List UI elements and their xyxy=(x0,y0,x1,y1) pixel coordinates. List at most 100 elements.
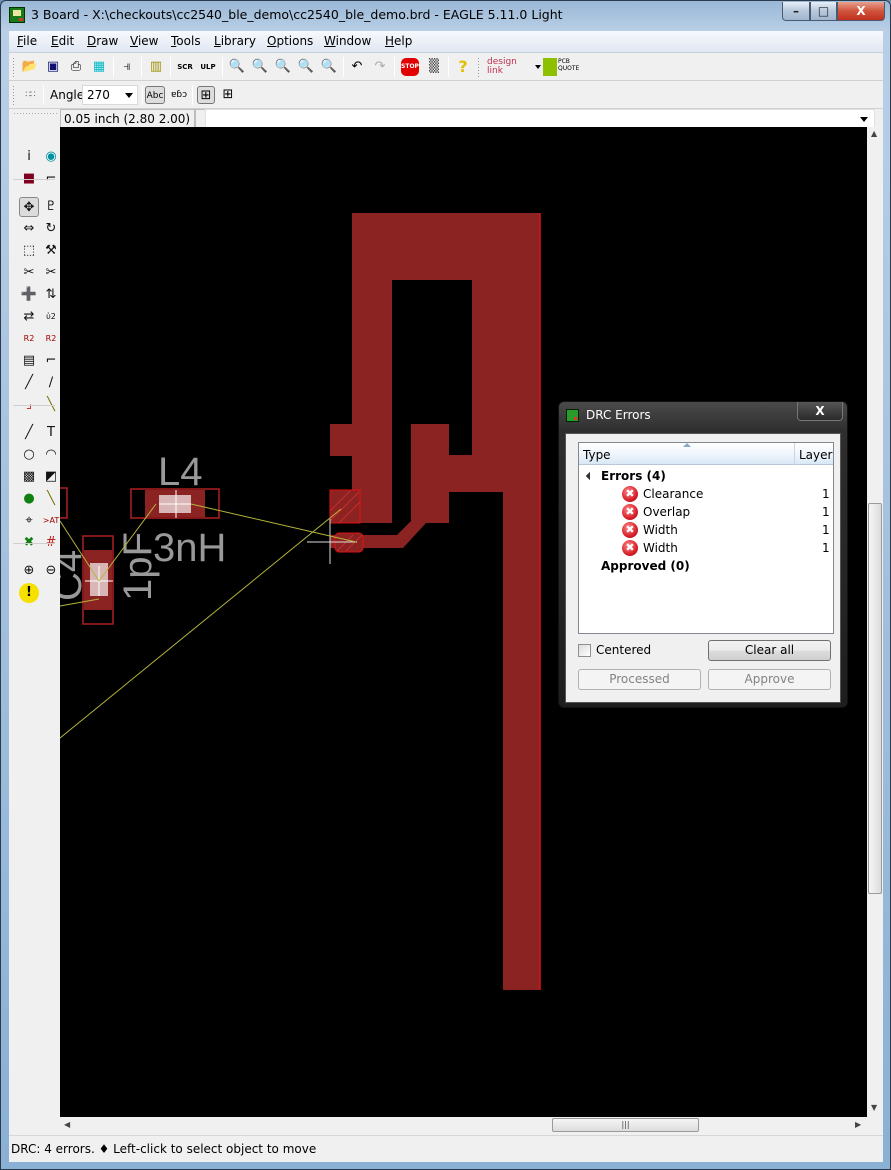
text-mirror-button[interactable]: ɐɓɔ xyxy=(169,86,189,104)
centered-checkbox[interactable] xyxy=(578,644,591,657)
menu-window[interactable]: Window xyxy=(324,34,371,48)
optimize-tool-icon[interactable]: ∕ xyxy=(41,373,61,393)
text-tool-icon[interactable]: T xyxy=(41,423,61,443)
layer-display-2-button[interactable]: ⊞ xyxy=(219,86,237,104)
column-header-layer[interactable]: Layer xyxy=(799,448,832,462)
scroll-up-icon[interactable]: ▲ xyxy=(871,129,877,138)
antenna-copper-trace[interactable] xyxy=(330,213,540,990)
angle-select[interactable]: 270 xyxy=(82,85,138,105)
ulp-icon[interactable]: ULP xyxy=(199,58,217,76)
go-icon[interactable]: ▒ xyxy=(425,58,443,76)
stop-icon[interactable]: STOP xyxy=(401,58,419,76)
zoom-select-icon[interactable]: 🔍 xyxy=(320,58,338,76)
erc-tool-icon[interactable]: ⊕ xyxy=(19,561,39,581)
group-tool-icon[interactable]: ⬚ xyxy=(19,241,39,261)
tree-row-error[interactable]: ✖ Clearance 1 xyxy=(579,485,833,503)
pcb-quote-label[interactable]: PCB QUOTE xyxy=(558,58,582,76)
clear-all-button[interactable]: Clear all xyxy=(708,640,831,661)
horizontal-scroll-thumb[interactable]: ||| xyxy=(552,1118,699,1132)
arc-tool-icon[interactable]: ◠ xyxy=(41,445,61,465)
tree-row-error[interactable]: ✖ Width 1 xyxy=(579,539,833,557)
grid-icon[interactable]: ∷∷ xyxy=(21,86,39,104)
drc-tool-icon[interactable]: ⊖ xyxy=(41,561,61,581)
open-icon[interactable]: 📂 xyxy=(21,58,39,76)
menu-view[interactable]: View xyxy=(130,34,158,48)
paste-tool-icon[interactable]: ✂ xyxy=(19,263,39,283)
toolbar-grip[interactable] xyxy=(13,112,57,115)
text-normal-button[interactable]: Abc xyxy=(145,86,165,104)
vertical-scroll-thumb[interactable] xyxy=(868,503,882,894)
name-tool-icon[interactable]: ▤ xyxy=(19,351,39,371)
pinswap-tool-icon[interactable]: ⇅ xyxy=(41,285,61,305)
wire-tool-icon[interactable]: ╱ xyxy=(19,423,39,443)
rotate-tool-icon[interactable]: ↻ xyxy=(41,219,61,239)
info-tool-icon[interactable]: i xyxy=(19,147,39,167)
scroll-down-icon[interactable]: ▼ xyxy=(871,1103,877,1112)
approve-button[interactable]: Approve xyxy=(708,669,831,690)
maximize-button[interactable]: □ xyxy=(810,2,837,21)
toolbar-grip[interactable] xyxy=(477,57,480,77)
menu-draw[interactable]: Draw xyxy=(87,34,118,48)
command-line-input[interactable] xyxy=(205,109,875,128)
signal-tool-icon[interactable]: ╲ xyxy=(41,489,61,509)
toolbar-grip[interactable] xyxy=(12,85,15,105)
hole-tool-icon[interactable]: ⌖ xyxy=(19,511,39,531)
menu-edit[interactable]: Edit xyxy=(51,34,74,48)
value-tool-icon[interactable]: R2 xyxy=(41,329,61,349)
zoom-fit-icon[interactable]: 🔍 xyxy=(228,58,246,76)
minimize-button[interactable]: – xyxy=(782,2,810,21)
menu-options[interactable]: Options xyxy=(267,34,313,48)
show-tool-icon[interactable]: ◉ xyxy=(41,147,61,167)
designlink-dropdown-icon[interactable] xyxy=(535,65,541,69)
script-icon[interactable]: SCR xyxy=(176,58,194,76)
lock-tool-icon[interactable]: ὑ2 xyxy=(41,307,61,327)
processed-button[interactable]: Processed xyxy=(578,669,701,690)
horizontal-scrollbar[interactable]: ◀ ||| ▶ xyxy=(60,1117,867,1133)
left-component-outline[interactable] xyxy=(60,487,68,519)
redraw-icon[interactable]: 🔍 xyxy=(297,58,315,76)
via-tool-icon[interactable]: ● xyxy=(19,489,39,509)
layer-display-1-button[interactable]: ⊞ xyxy=(197,86,215,104)
library-icon[interactable]: ▥ xyxy=(147,58,165,76)
save-icon[interactable]: ▣ xyxy=(44,58,62,76)
dialog-close-button[interactable]: X xyxy=(797,402,843,421)
drc-error-tree[interactable]: Type Layer Errors (4) ✖ Clearance 1 ✖ Ov… xyxy=(578,442,834,634)
tree-group-errors[interactable]: Errors (4) xyxy=(579,467,833,485)
toolbar-grip[interactable] xyxy=(12,57,15,77)
attribute-tool-icon[interactable]: >AT xyxy=(41,511,61,531)
rect-tool-icon[interactable]: ▩ xyxy=(19,467,39,487)
tree-group-approved[interactable]: Approved (0) xyxy=(579,557,833,575)
chevron-down-icon[interactable] xyxy=(860,117,868,122)
copy-tool-icon[interactable]: ♇ xyxy=(41,197,61,217)
zoom-in-icon[interactable]: 🔍 xyxy=(251,58,269,76)
centered-label[interactable]: Centered xyxy=(596,643,651,657)
add-tool-icon[interactable]: ➕ xyxy=(19,285,39,305)
miter-tool-icon[interactable]: ⌐ xyxy=(41,351,61,371)
title-bar[interactable]: 3 Board - X:\checkouts\cc2540_ble_demo\c… xyxy=(1,1,890,31)
mirror-tool-icon[interactable]: ⇔ xyxy=(19,219,39,239)
undo-icon[interactable]: ↶ xyxy=(348,58,366,76)
delete-tool-icon[interactable]: ✂ xyxy=(41,263,61,283)
schematic-board-switch-icon[interactable]: ⫣ xyxy=(118,58,136,76)
move-tool-icon[interactable]: ✥ xyxy=(19,197,39,217)
help-icon[interactable]: ? xyxy=(454,58,472,76)
split-tool-icon[interactable]: ╱ xyxy=(19,373,39,393)
change-tool-icon[interactable]: ⚒ xyxy=(41,241,61,261)
tree-row-error[interactable]: ✖ Width 1 xyxy=(579,521,833,539)
designlink-button[interactable]: design link xyxy=(487,58,535,76)
pcb-quote-icon[interactable] xyxy=(543,58,557,76)
replace-tool-icon[interactable]: ⇄ xyxy=(19,307,39,327)
expand-arrow-icon[interactable] xyxy=(585,471,595,481)
menu-library[interactable]: Library xyxy=(214,34,256,48)
menu-tools[interactable]: Tools xyxy=(171,34,201,48)
vertical-scrollbar[interactable]: ▲ ▼ xyxy=(867,127,883,1117)
polygon-tool-icon[interactable]: ◩ xyxy=(41,467,61,487)
close-button[interactable]: X xyxy=(837,2,885,21)
menu-help[interactable]: Help xyxy=(385,34,412,48)
redo-icon[interactable]: ↷ xyxy=(371,58,389,76)
cam-processor-icon[interactable]: ▦ xyxy=(90,58,108,76)
tree-row-error[interactable]: ✖ Overlap 1 xyxy=(579,503,833,521)
scroll-right-icon[interactable]: ▶ xyxy=(855,1120,861,1129)
errors-tool-icon[interactable]: ! xyxy=(19,583,39,603)
scroll-left-icon[interactable]: ◀ xyxy=(64,1120,70,1129)
